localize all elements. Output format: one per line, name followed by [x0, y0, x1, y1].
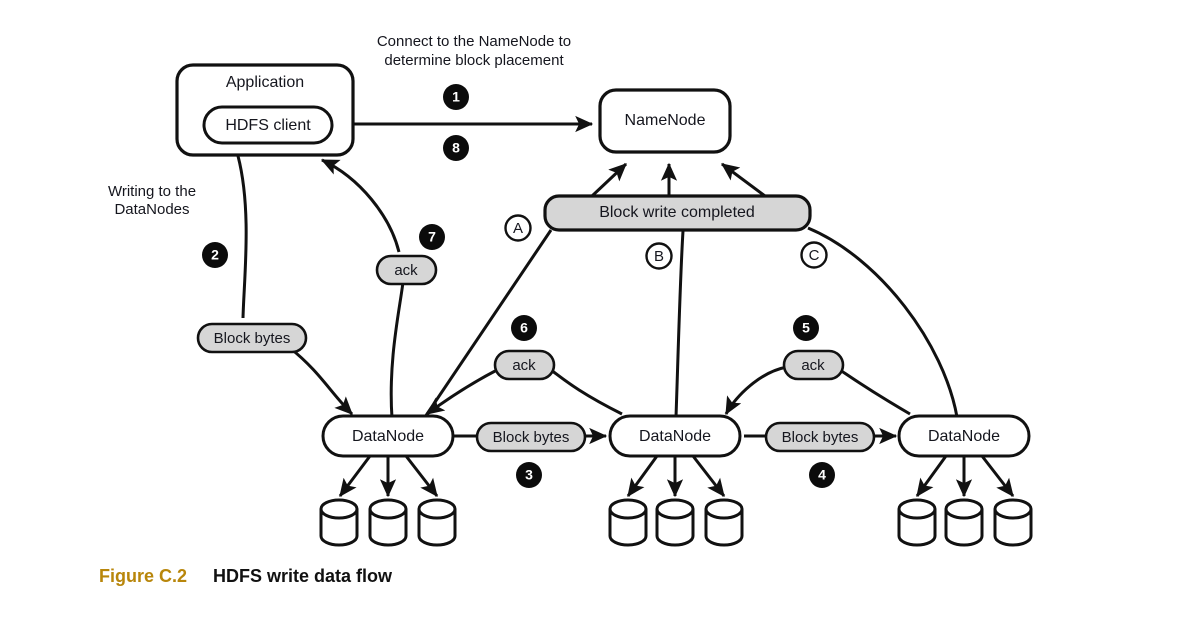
letter-badge-a: A: [504, 214, 532, 242]
step-badge-3: 3: [516, 462, 542, 488]
edge-datanode-2-to-disk-3: [691, 455, 726, 497]
disk-cylinder-1c: [417, 498, 457, 547]
top-note-line1: Connect to the NameNode to: [377, 33, 571, 50]
figure-root: Application HDFS client NameNode Block w…: [0, 0, 1204, 638]
figure-caption-number: Figure C.2: [99, 566, 188, 586]
block-bytes-label-1: Block bytes: [214, 330, 291, 347]
block-bytes-label-2: Block bytes: [493, 429, 570, 446]
edge-ack-5-to-datanode-2: [724, 365, 788, 416]
step-badge-5-label: 5: [802, 320, 810, 336]
disk-cylinder-2a: [608, 498, 648, 547]
edge-datanode-2-to-ack-6: [550, 368, 623, 416]
letter-badge-c-label: C: [809, 247, 820, 264]
step-badge-8-label: 8: [452, 140, 460, 156]
edge-datanode-2-to-disk-1: [626, 455, 659, 497]
disk-cylinder-2b: [655, 498, 695, 547]
ack-label-6: ack: [512, 357, 536, 374]
edge-datanode-3-to-disk-1: [915, 455, 948, 497]
letter-badge-a-label: A: [513, 220, 523, 237]
edge-datanode-1-to-disk-3: [404, 455, 439, 497]
step-badge-4: 4: [809, 462, 835, 488]
step-badge-8: 8: [443, 135, 469, 161]
step-badge-1: 1: [443, 84, 469, 110]
edge-datanode-3-to-block-write-completed-c: [807, 226, 959, 418]
edge-blockbytes-1-to-datanode-1: [289, 346, 354, 416]
ack-label-5: ack: [801, 357, 825, 374]
edge-bwc-to-namenode-right: [721, 162, 766, 198]
edge-datanode-3-to-disk-3: [980, 455, 1015, 497]
step-badge-7-label: 7: [428, 229, 436, 245]
edge-bwc-to-namenode-left: [590, 162, 628, 198]
edge-datanode-1-to-disk-1: [338, 455, 372, 497]
disk-cylinder-3b: [944, 498, 984, 547]
letter-badge-c: C: [800, 241, 828, 269]
letter-badge-b-label: B: [654, 248, 664, 265]
step-badge-1-label: 1: [452, 89, 460, 105]
block-write-completed-label: Block write completed: [599, 204, 755, 221]
disk-cylinder-1a: [319, 498, 359, 547]
datanode-label-2: DataNode: [639, 428, 711, 445]
block-bytes-label-3: Block bytes: [782, 429, 859, 446]
disk-cylinder-1b: [368, 498, 408, 547]
step-badge-2-label: 2: [211, 247, 219, 263]
disk-cylinder-3c: [993, 498, 1033, 547]
edge-ack-7-to-application: [320, 158, 401, 253]
edge-app-to-blockbytes-1: [236, 155, 248, 319]
datanode-label-1: DataNode: [352, 428, 424, 445]
figure-caption: Figure C.2 HDFS write data flow: [99, 566, 392, 587]
datanode-label-3: DataNode: [928, 428, 1000, 445]
step-badge-2: 2: [202, 242, 228, 268]
disk-cylinder-2c: [704, 498, 744, 547]
hdfs-client-label: HDFS client: [225, 117, 311, 134]
figure-caption-title: HDFS write data flow: [213, 566, 393, 586]
top-note-line2: determine block placement: [384, 52, 564, 69]
step-badge-6-label: 6: [520, 320, 528, 336]
left-note-line2: DataNodes: [114, 201, 189, 218]
hdfs-write-data-flow-diagram: Application HDFS client NameNode Block w…: [108, 33, 1033, 547]
step-badge-7: 7: [419, 224, 445, 250]
step-badge-6: 6: [511, 315, 537, 341]
left-note-line1: Writing to the: [108, 183, 196, 200]
step-badge-4-label: 4: [818, 467, 826, 483]
letter-badge-b: B: [645, 242, 673, 270]
step-badge-5: 5: [793, 315, 819, 341]
edge-datanode-1-to-ack-7: [389, 281, 405, 419]
namenode-label: NameNode: [625, 112, 706, 129]
application-label: Application: [226, 74, 304, 91]
edge-datanode-2-to-block-write-completed-b: [674, 230, 685, 418]
disk-cylinder-3a: [897, 498, 937, 547]
edge-ack-6-to-datanode-1: [426, 368, 498, 416]
ack-label-7: ack: [394, 262, 418, 279]
step-badge-3-label: 3: [525, 467, 533, 483]
edge-datanode-3-to-ack-5: [839, 368, 911, 416]
